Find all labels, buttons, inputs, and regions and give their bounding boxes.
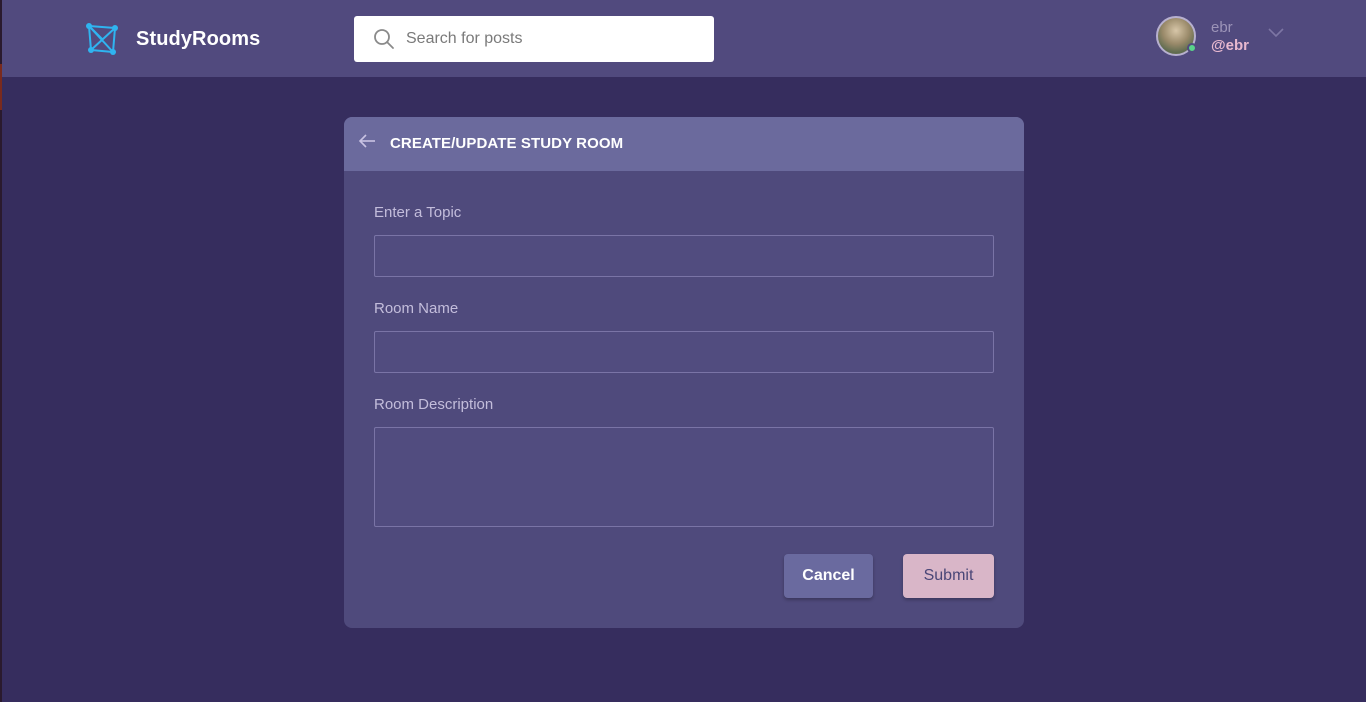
room-name-label: Room Name — [374, 300, 459, 317]
online-status-indicator — [1187, 43, 1197, 53]
user-name: ebr — [1211, 19, 1233, 36]
user-handle: @ebr — [1211, 37, 1249, 54]
search-input[interactable] — [406, 24, 696, 54]
top-header: StudyRooms ebr @ebr — [2, 0, 1366, 77]
room-form-card: CREATE/UPDATE STUDY ROOM Enter a Topic R… — [344, 117, 1024, 628]
logo-icon — [86, 23, 118, 55]
brand-logo-link[interactable]: StudyRooms — [85, 22, 260, 56]
page-title: CREATE/UPDATE STUDY ROOM — [390, 135, 624, 152]
search-icon — [374, 29, 394, 49]
search-bar — [354, 16, 714, 62]
topic-label: Enter a Topic — [374, 204, 462, 221]
brand-name: StudyRooms — [136, 27, 261, 50]
card-header: CREATE/UPDATE STUDY ROOM — [344, 117, 1024, 171]
avatar[interactable] — [1156, 16, 1197, 56]
arrow-left-icon[interactable] — [358, 133, 376, 149]
user-menu[interactable]: ebr @ebr — [1156, 16, 1284, 56]
submit-button[interactable]: Submit — [903, 554, 994, 598]
room-description-textarea[interactable] — [374, 427, 994, 527]
room-description-label: Room Description — [374, 396, 494, 413]
topic-input[interactable] — [374, 235, 994, 277]
chevron-down-icon[interactable] — [1268, 26, 1284, 38]
room-name-input[interactable] — [374, 331, 994, 373]
window-edge — [0, 0, 2, 702]
cancel-button[interactable]: Cancel — [784, 554, 873, 598]
user-info: ebr @ebr — [1211, 19, 1249, 55]
